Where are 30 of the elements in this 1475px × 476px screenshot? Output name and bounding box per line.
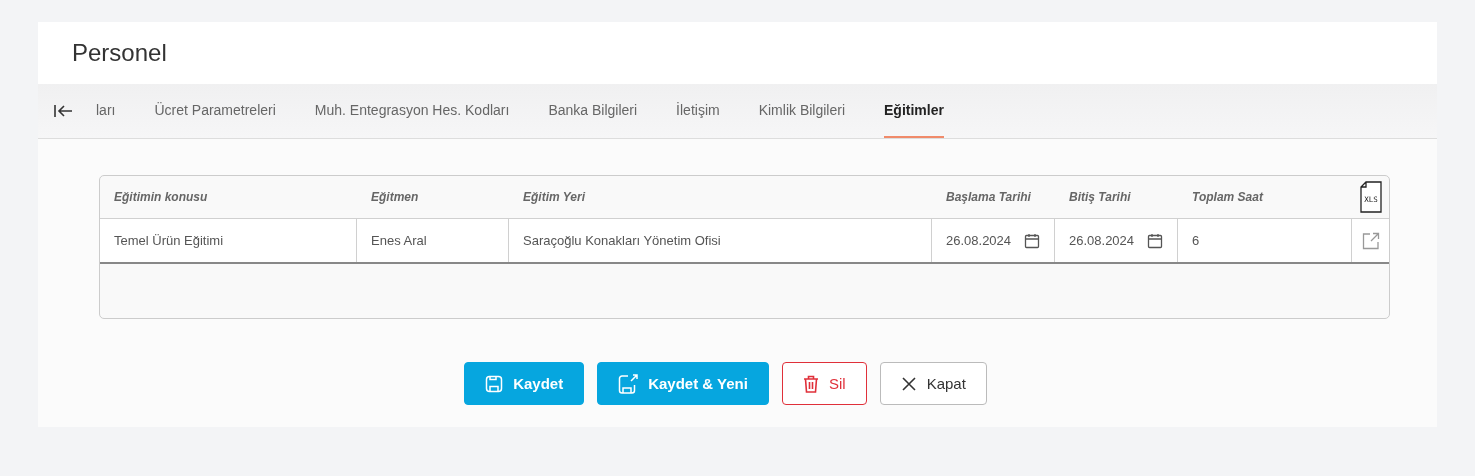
calendar-icon[interactable] xyxy=(1147,232,1163,249)
save-new-button[interactable]: Kaydet & Yeni xyxy=(597,362,769,405)
table-cell: Saraçoğlu Konakları Yönetim Ofisi xyxy=(523,233,721,248)
trash-icon xyxy=(802,374,819,393)
column-header: Bitiş Tarihi xyxy=(1069,190,1131,204)
column-header: Toplam Saat xyxy=(1192,190,1263,204)
close-button[interactable]: Kapat xyxy=(879,362,987,405)
save-button[interactable]: Kaydet xyxy=(464,362,585,405)
open-link-icon[interactable] xyxy=(1361,231,1380,250)
calendar-icon[interactable] xyxy=(1024,232,1040,249)
column-header: Eğitimin konusu xyxy=(114,190,208,204)
delete-button[interactable]: Sil xyxy=(781,362,867,405)
page-title: Personel xyxy=(71,38,168,68)
table-cell: Enes Aral xyxy=(371,233,427,248)
tab[interactable]: Banka Bilgileri xyxy=(548,84,638,138)
table-cell: Temel Ürün Eğitimi xyxy=(114,233,224,248)
table-cell: 26.08.2024 xyxy=(946,233,1012,248)
column-header: Eğitmen xyxy=(371,190,419,204)
tab[interactable]: İletişim xyxy=(676,84,720,138)
tab[interactable]: ları xyxy=(96,84,116,138)
tab[interactable]: Muh. Entegrasyon Hes. Kodları xyxy=(314,84,510,138)
close-icon xyxy=(900,375,917,392)
column-header: Eğitim Yeri xyxy=(523,190,586,204)
column-header: Başlama Tarihi xyxy=(946,190,1031,204)
table-cell: 26.08.2024 xyxy=(1069,233,1135,248)
table-cell: 6 xyxy=(1192,233,1200,248)
tab[interactable]: Ücret Parametreleri xyxy=(154,84,276,138)
save-icon xyxy=(618,373,639,394)
save-icon xyxy=(485,374,504,393)
tab[interactable]: Kimlik Bilgileri xyxy=(758,84,845,138)
